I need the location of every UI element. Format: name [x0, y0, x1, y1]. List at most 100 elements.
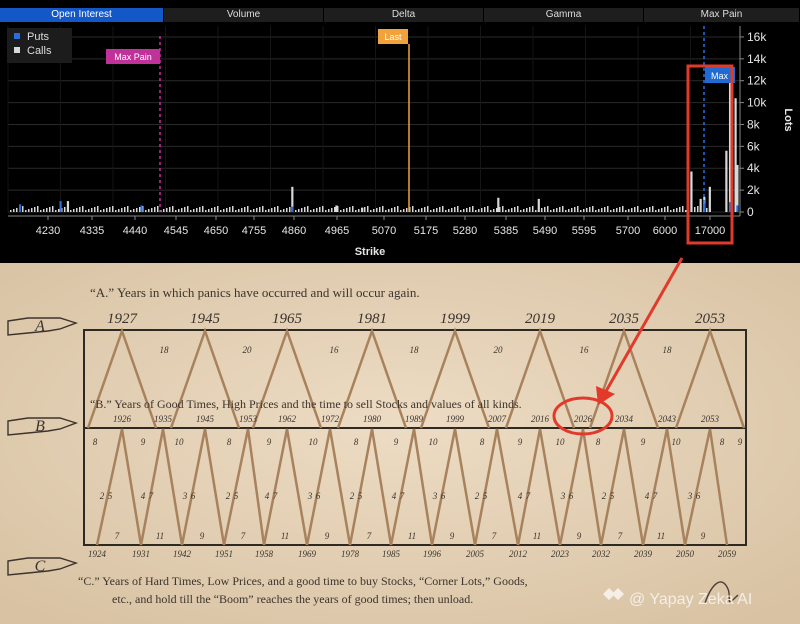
baseline-bar	[250, 210, 252, 212]
baseline-bar	[343, 209, 345, 212]
baseline-bar	[340, 210, 342, 212]
row-mid-number: 5	[234, 491, 239, 501]
year-a: 1981	[357, 311, 387, 327]
baseline-bar	[577, 206, 579, 212]
baseline-bar	[13, 209, 15, 212]
baseline-bar	[598, 209, 600, 212]
row-mid-number: 5	[108, 491, 113, 501]
baseline-bar	[430, 210, 432, 212]
row-mid-number: 6	[316, 491, 321, 501]
bar-puts	[19, 204, 22, 212]
baseline-bar	[406, 208, 408, 212]
line-a-text: “A.” Years in which panics have occurred…	[90, 285, 420, 300]
baseline-bar	[385, 210, 387, 212]
baseline-bar	[208, 209, 210, 212]
baseline-bar	[238, 209, 240, 212]
row-mid-number: 6	[696, 491, 701, 501]
year-c: 2005	[466, 549, 485, 559]
baseline-bar	[673, 209, 675, 212]
hand-b-letter: B	[35, 418, 45, 435]
baseline-bar	[436, 208, 438, 212]
baseline-bar	[103, 209, 105, 212]
baseline-bar	[670, 210, 672, 212]
y-tick-label: 6k	[747, 139, 761, 153]
baseline-bar	[166, 208, 168, 212]
baseline-bar	[28, 209, 30, 212]
baseline-bar	[646, 208, 648, 212]
baseline-bar	[322, 206, 324, 212]
baseline-bar	[502, 206, 504, 212]
baseline-bar	[40, 210, 42, 212]
baseline-bar	[586, 208, 588, 212]
x-tick-label: 5490	[533, 225, 557, 237]
baseline-bar	[568, 209, 570, 212]
baseline-bar	[130, 210, 132, 212]
year-a: 1999	[440, 311, 471, 327]
line-c-text-2: etc., and hold till the “Boom” reaches t…	[112, 592, 473, 606]
baseline-bar	[445, 210, 447, 212]
baseline-bar	[226, 208, 228, 212]
legend-label-calls: Calls	[27, 45, 52, 57]
baseline-bar	[526, 208, 528, 212]
baseline-bar	[37, 206, 39, 212]
baseline-bar	[121, 208, 123, 212]
baseline-bar	[34, 207, 36, 212]
row-top-number: 9	[641, 437, 646, 447]
baseline-bar	[574, 207, 576, 212]
year-b: 2034	[615, 414, 634, 424]
baseline-bar	[319, 207, 321, 212]
y-tick-label: 0	[747, 205, 754, 219]
baseline-bar	[661, 208, 663, 212]
x-tick-label: 4860	[282, 225, 306, 237]
x-tick-label: 17000	[695, 225, 726, 237]
bar-calls	[497, 197, 500, 212]
baseline-bar	[325, 210, 327, 212]
baseline-bar	[10, 210, 12, 212]
year-c: 1978	[341, 549, 360, 559]
row-mid-number: 7	[526, 491, 531, 501]
year-b: 2007	[488, 414, 507, 424]
baseline-bar	[91, 208, 93, 212]
baseline-bar	[466, 208, 468, 212]
baseline-bar	[175, 210, 177, 212]
row-bottom-number: 11	[156, 531, 164, 541]
baseline-bar	[217, 206, 219, 212]
baseline-bar	[112, 206, 114, 212]
baseline-bar	[460, 210, 462, 212]
baseline-bar	[403, 209, 405, 212]
bar-calls	[690, 171, 693, 212]
row-bottom-number: 9	[325, 531, 330, 541]
baseline-bar	[331, 208, 333, 212]
year-c: 1931	[132, 549, 150, 559]
bar-puts	[728, 202, 732, 212]
row-top-number: 8	[354, 437, 359, 447]
bar-puts	[140, 205, 143, 212]
baseline-bar	[304, 207, 306, 212]
max-label-box: Max	[705, 67, 735, 83]
row-bottom-number: 11	[281, 531, 289, 541]
row-mid-number: 6	[569, 491, 574, 501]
baseline-bar	[487, 206, 489, 212]
baseline-bar	[643, 209, 645, 212]
interval-a: 20	[243, 345, 253, 355]
max-label-text: Max	[711, 71, 729, 81]
bar-calls	[725, 150, 728, 212]
baseline-bar	[25, 210, 27, 212]
benner-cycle-chart: “A.” Years in which panics have occurred…	[0, 263, 800, 624]
chart-legend: Puts Calls	[7, 28, 72, 63]
baseline-bar	[547, 206, 549, 212]
y-axis-title: Lots	[782, 108, 794, 131]
baseline-bar	[184, 207, 186, 212]
open-interest-chart: 4230 4335 4440 4545 4650 4755 4860 4965 5070 5175…	[7, 26, 794, 258]
year-a: 1945	[190, 311, 221, 327]
baseline-bar	[196, 208, 198, 212]
bar-calls	[335, 205, 338, 212]
year-a: 1965	[272, 311, 303, 327]
baseline-bar	[679, 207, 681, 212]
year-b: 1926	[113, 414, 132, 424]
row-mid-number: 4	[141, 491, 146, 501]
baseline-bar	[307, 206, 309, 212]
chart-markers	[159, 26, 705, 212]
baseline-bar	[355, 210, 357, 212]
row-top-number: 10	[556, 437, 566, 447]
